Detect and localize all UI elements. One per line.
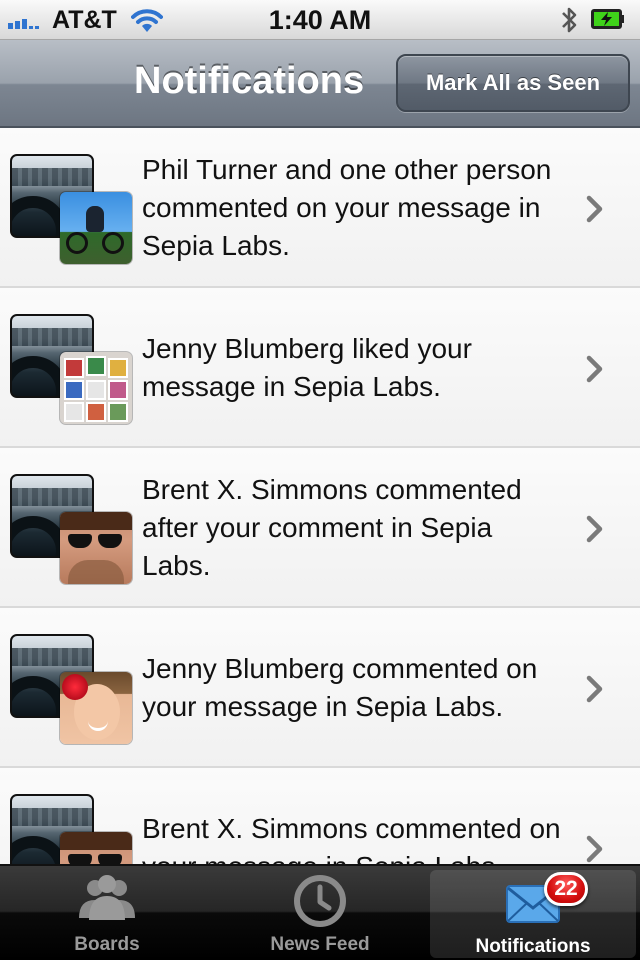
notification-text: Jenny Blumberg commented on your message… [142,653,538,722]
bluetooth-icon [562,7,577,33]
status-bar: AT&T 1:40 AM [0,0,640,40]
tab-news-feed[interactable]: News Feed [214,866,426,960]
chevron-right-icon [586,515,603,543]
notification-text: Brent X. Simmons commented on your messa… [142,813,561,864]
tab-boards[interactable]: Boards [2,866,212,960]
flower-avatar [60,672,132,744]
tab-bar: Boards News Feed 22 Notifications [0,864,640,960]
clock-icon [294,875,346,927]
tab-label: Boards [74,934,140,955]
people-icon [79,875,135,920]
notification-row[interactable]: Jenny Blumberg commented on your message… [0,608,640,768]
tab-label: News Feed [270,934,370,955]
tab-notifications[interactable]: 22 Notifications [430,870,636,958]
battery-charging-icon [591,9,624,29]
notification-text: Brent X. Simmons commented after your co… [142,474,522,581]
notifications-screen: AT&T 1:40 AM Notifications Mark All as S… [0,0,640,960]
navigation-bar: Notifications Mark All as Seen [0,40,640,128]
cyclist-avatar [60,192,132,264]
chevron-right-icon [586,195,603,223]
notification-row[interactable]: Brent X. Simmons commented after your co… [0,448,640,608]
notification-row[interactable]: Brent X. Simmons commented on your messa… [0,768,640,864]
notification-count-badge: 22 [544,872,588,906]
mark-all-as-seen-button[interactable]: Mark All as Seen [396,54,630,112]
notification-text: Phil Turner and one other person comment… [142,154,552,261]
chevron-right-icon [586,675,603,703]
notification-list[interactable]: Phil Turner and one other person comment… [0,128,640,864]
notification-row[interactable]: Jenny Blumberg liked your message in Sep… [0,288,640,448]
tab-label: Notifications [475,936,591,957]
page-title: Notifications [134,60,365,102]
notification-row[interactable]: Phil Turner and one other person comment… [0,128,640,288]
chevron-right-icon [586,835,603,863]
clock: 1:40 AM [268,5,372,35]
sunglasses-avatar [60,832,132,864]
chevron-right-icon [586,355,603,383]
notification-text: Jenny Blumberg liked your message in Sep… [142,333,472,402]
sunglasses-avatar [60,512,132,584]
cards-avatar [60,352,132,424]
